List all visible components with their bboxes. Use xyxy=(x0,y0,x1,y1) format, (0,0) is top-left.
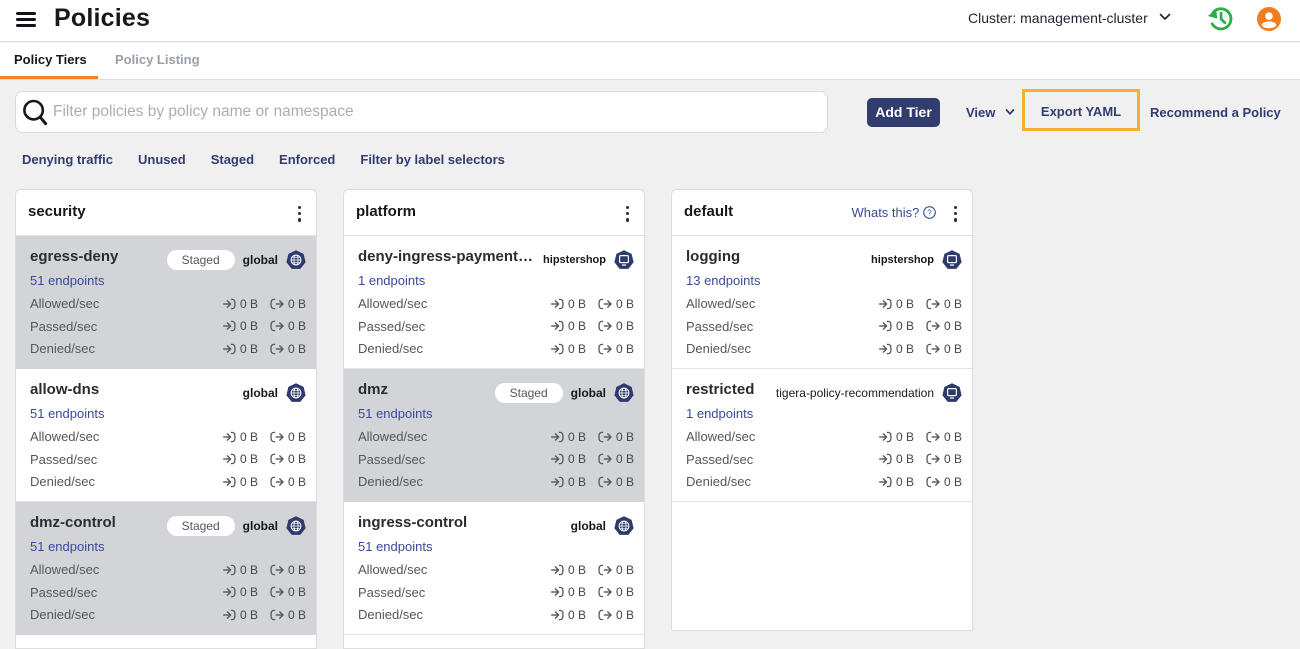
svg-text:?: ? xyxy=(927,208,932,217)
